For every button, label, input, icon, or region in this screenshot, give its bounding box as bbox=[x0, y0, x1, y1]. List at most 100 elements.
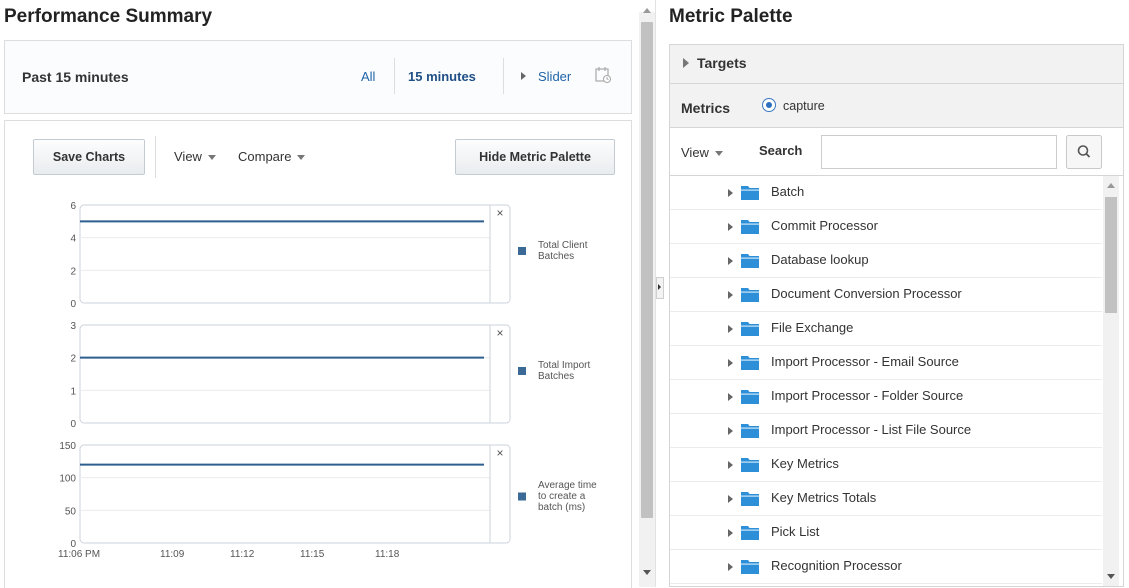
hide-metric-palette-button[interactable]: Hide Metric Palette bbox=[455, 139, 615, 175]
expand-triangle-icon[interactable] bbox=[728, 359, 733, 367]
legend-label: Total Client bbox=[538, 240, 588, 251]
expand-triangle-icon[interactable] bbox=[728, 529, 733, 537]
legend-label: Batches bbox=[538, 251, 574, 262]
palette-view-label: View bbox=[681, 145, 709, 160]
tree-item-label: File Exchange bbox=[771, 320, 854, 335]
search-label: Search bbox=[759, 143, 803, 158]
y-tick-label: 0 bbox=[70, 419, 76, 430]
divider bbox=[503, 58, 504, 94]
scroll-up-icon[interactable] bbox=[643, 8, 651, 13]
folder-icon bbox=[741, 322, 759, 336]
x-tick-label: 11:09 bbox=[160, 549, 185, 560]
y-tick-label: 6 bbox=[70, 201, 76, 212]
range-15-minutes-link[interactable]: 15 minutes bbox=[408, 69, 476, 84]
capture-label[interactable]: capture bbox=[783, 99, 825, 113]
tree-item-label: Database lookup bbox=[771, 252, 869, 267]
expand-triangle-icon[interactable] bbox=[728, 495, 733, 503]
tree-item-label: Import Processor - Folder Source bbox=[771, 388, 964, 403]
tree-item-label: Batch bbox=[771, 184, 805, 199]
search-input[interactable] bbox=[821, 135, 1057, 169]
tree-item-label: Commit Processor bbox=[771, 218, 878, 233]
metrics-section-header bbox=[669, 84, 1124, 128]
tree-item-label: Import Processor - Email Source bbox=[771, 354, 959, 369]
tree-item[interactable]: Key Metrics bbox=[670, 448, 1102, 482]
chevron-down-icon bbox=[207, 155, 216, 161]
tree-item[interactable]: Recognition Processor bbox=[670, 550, 1102, 584]
charts-scrollbar-thumb[interactable] bbox=[641, 22, 653, 518]
tree-item[interactable]: File Exchange bbox=[670, 312, 1102, 346]
chevron-down-icon bbox=[297, 155, 306, 161]
tree-item[interactable]: Commit Processor bbox=[670, 210, 1102, 244]
targets-label[interactable]: Targets bbox=[697, 55, 747, 71]
folder-icon bbox=[741, 186, 759, 200]
folder-icon bbox=[741, 254, 759, 268]
tree-item[interactable]: Key Metrics Totals bbox=[670, 482, 1102, 516]
close-chart-icon: × bbox=[496, 326, 503, 340]
expand-triangle-icon[interactable] bbox=[728, 427, 733, 435]
range-all-link[interactable]: All bbox=[361, 69, 375, 84]
plot-frame bbox=[79, 204, 511, 304]
palette-view-menu[interactable]: View bbox=[681, 145, 723, 160]
search-button[interactable] bbox=[1066, 135, 1102, 169]
x-tick-label: 11:18 bbox=[375, 549, 400, 560]
x-tick-label: 11:15 bbox=[300, 549, 325, 560]
save-charts-button[interactable]: Save Charts bbox=[33, 139, 145, 175]
plot-frame bbox=[79, 444, 511, 544]
collapse-arrow-icon[interactable] bbox=[658, 284, 661, 290]
y-tick-label: 0 bbox=[70, 299, 76, 310]
y-tick-label: 50 bbox=[65, 506, 77, 517]
expand-triangle-icon[interactable] bbox=[728, 189, 733, 197]
view-menu-label: View bbox=[174, 149, 202, 164]
divider bbox=[155, 136, 156, 178]
tree-item[interactable]: Database lookup bbox=[670, 244, 1102, 278]
expand-triangle-icon[interactable] bbox=[728, 393, 733, 401]
legend-swatch bbox=[518, 492, 526, 501]
legend-label: batch (ms) bbox=[538, 502, 585, 513]
tree-item[interactable]: Import Processor - Folder Source bbox=[670, 380, 1102, 414]
tree-item-label: Recognition Processor bbox=[771, 558, 902, 573]
tree-item-label: Key Metrics bbox=[771, 456, 839, 471]
slider-link[interactable]: Slider bbox=[538, 69, 571, 84]
x-tick-label: 11:06 PM bbox=[58, 549, 100, 560]
folder-icon bbox=[741, 424, 759, 438]
x-tick-label: 11:12 bbox=[230, 549, 255, 560]
legend-label: Batches bbox=[538, 371, 574, 382]
performance-summary-title: Performance Summary bbox=[4, 6, 213, 27]
calendar-clock-icon[interactable] bbox=[595, 66, 611, 84]
folder-icon bbox=[741, 458, 759, 472]
tree-item-label: Import Processor - List File Source bbox=[771, 422, 972, 437]
tree-item[interactable]: Import Processor - List File Source bbox=[670, 414, 1102, 448]
legend-label: to create a bbox=[538, 491, 586, 502]
expand-triangle-icon[interactable] bbox=[728, 223, 733, 231]
expand-triangle-icon[interactable] bbox=[728, 461, 733, 469]
view-menu[interactable]: View bbox=[174, 149, 216, 164]
time-range-label: Past 15 minutes bbox=[22, 69, 129, 85]
metrics-label: Metrics bbox=[681, 100, 731, 116]
tree-item[interactable]: Batch bbox=[670, 176, 1102, 210]
legend-label: Average time bbox=[538, 480, 597, 491]
scroll-up-icon[interactable] bbox=[1107, 183, 1115, 188]
folder-icon bbox=[741, 356, 759, 370]
expand-triangle-icon[interactable] bbox=[728, 257, 733, 265]
expand-triangle-icon[interactable] bbox=[728, 291, 733, 299]
expand-triangle-icon[interactable] bbox=[728, 563, 733, 571]
tree-scrollbar-thumb[interactable] bbox=[1105, 197, 1117, 313]
tree-item[interactable]: Document Conversion Processor bbox=[670, 278, 1102, 312]
tree-item-label: Pick List bbox=[771, 524, 820, 539]
expand-triangle-icon[interactable] bbox=[728, 325, 733, 333]
tree-item-label: Document Conversion Processor bbox=[771, 286, 962, 301]
y-tick-label: 4 bbox=[70, 234, 76, 245]
scroll-down-icon[interactable] bbox=[1107, 574, 1115, 579]
tree-item[interactable]: Import Processor - Email Source bbox=[670, 346, 1102, 380]
divider bbox=[394, 58, 395, 94]
chevron-down-icon bbox=[714, 151, 723, 157]
expand-triangle-icon[interactable] bbox=[683, 58, 689, 68]
scroll-down-icon[interactable] bbox=[643, 570, 651, 575]
y-tick-label: 2 bbox=[70, 266, 76, 277]
expand-triangle-icon[interactable] bbox=[521, 72, 526, 80]
y-tick-label: 3 bbox=[70, 321, 76, 332]
y-tick-label: 150 bbox=[59, 441, 76, 452]
y-tick-label: 100 bbox=[59, 474, 76, 485]
tree-item[interactable]: Pick List bbox=[670, 516, 1102, 550]
compare-menu[interactable]: Compare bbox=[238, 149, 306, 164]
